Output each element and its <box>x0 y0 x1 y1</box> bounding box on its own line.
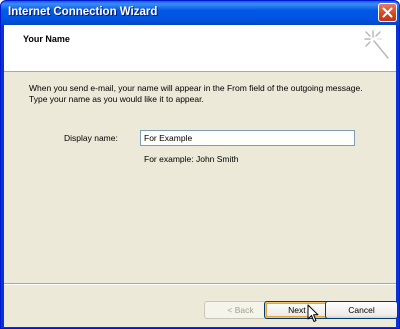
footer-divider <box>4 283 396 285</box>
intro-text: When you send e-mail, your name will app… <box>29 83 363 104</box>
display-name-field[interactable] <box>140 130 355 146</box>
close-button[interactable] <box>378 3 397 22</box>
wizard-window: Internet Connection Wizard Your Name Whe… <box>0 0 400 329</box>
wizard-header: Your Name <box>4 25 396 72</box>
example-hint: For example: John Smith <box>144 154 239 164</box>
title-bar[interactable]: Internet Connection Wizard <box>1 1 399 25</box>
mouse-pointer-icon <box>307 304 319 322</box>
display-name-label: Display name: <box>64 133 118 143</box>
cancel-button[interactable]: Cancel <box>325 301 398 319</box>
close-icon <box>382 7 393 18</box>
page-title: Your Name <box>23 34 70 44</box>
dialog-body: Your Name When you send e-mail, your nam… <box>4 25 398 327</box>
wizard-wand-icon <box>364 30 389 59</box>
window-title: Internet Connection Wizard <box>8 6 158 18</box>
